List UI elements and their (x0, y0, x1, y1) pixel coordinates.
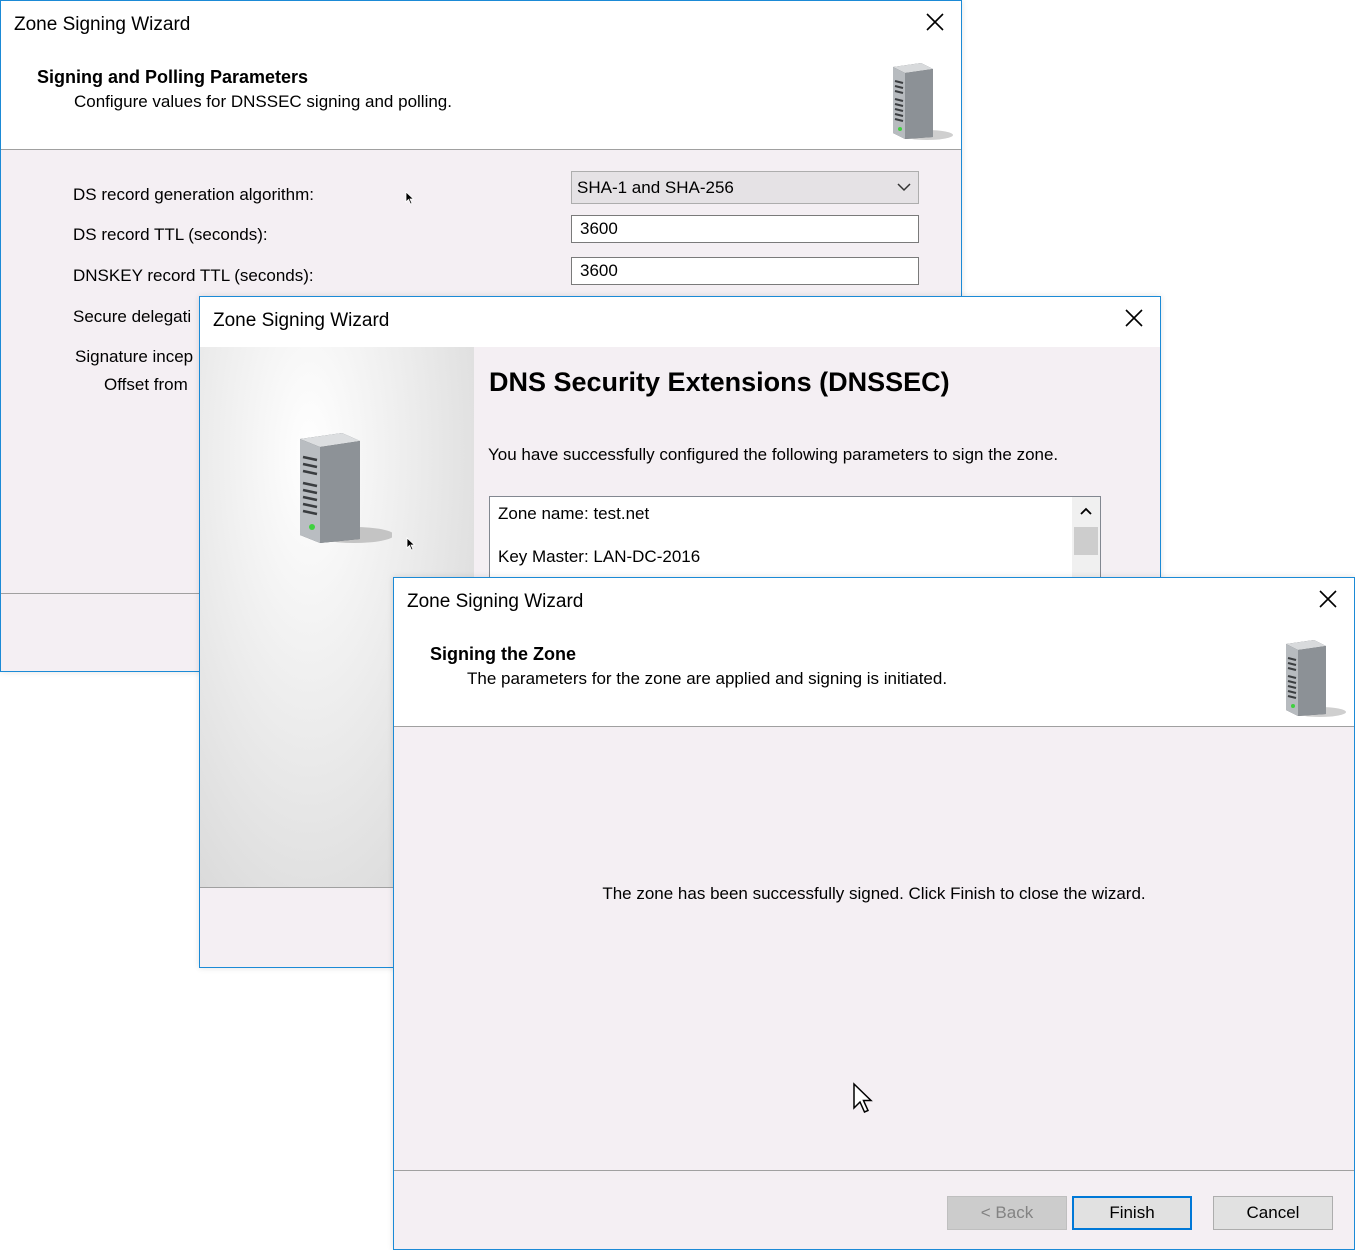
signing-wizard-header: Signing the Zone The parameters for the … (394, 626, 1354, 727)
footer-divider (394, 1170, 1354, 1171)
close-icon[interactable] (1122, 306, 1146, 330)
close-icon[interactable] (923, 10, 947, 34)
summary-line: Zone name: test.net (498, 504, 650, 523)
page-subtitle: The parameters for the zone are applied … (467, 669, 948, 688)
ds-algorithm-label: DS record generation algorithm: (73, 185, 314, 204)
secure-delegation-label: Secure delegati (73, 307, 192, 326)
signing-wizard-titlebar: Zone Signing Wizard (394, 578, 1354, 626)
cancel-button[interactable]: Cancel (1213, 1196, 1333, 1230)
ds-ttl-input[interactable] (572, 216, 918, 242)
ds-algorithm-value: SHA-1 and SHA-256 (577, 178, 734, 197)
summary-textbox[interactable]: Zone name: test.net Key Master: LAN-DC-2… (489, 496, 1101, 586)
intro-text: You have successfully configured the fol… (488, 445, 1059, 464)
scrollbar-thumb[interactable] (1074, 527, 1098, 555)
page-subtitle: Configure values for DNSSEC signing and … (74, 92, 452, 111)
window-title: Zone Signing Wizard (14, 14, 191, 35)
signature-inception-label: Signature incep (75, 347, 194, 366)
params-wizard-titlebar: Zone Signing Wizard (1, 1, 961, 49)
server-icon (1286, 640, 1346, 717)
close-icon[interactable] (1316, 587, 1340, 611)
signing-wizard-window: Zone Signing Wizard Signing the Zone The… (393, 577, 1355, 1250)
dnssec-wizard-titlebar: Zone Signing Wizard (200, 297, 1160, 347)
ds-ttl-field[interactable] (571, 215, 919, 243)
window-title: Zone Signing Wizard (407, 591, 584, 612)
page-title: Signing the Zone (430, 644, 576, 664)
page-title: DNS Security Extensions (DNSSEC) (489, 367, 950, 397)
dnskey-ttl-input[interactable] (572, 258, 918, 284)
chevron-down-icon (897, 183, 911, 192)
vertical-scrollbar[interactable] (1072, 497, 1100, 585)
dnskey-ttl-label: DNSKEY record TTL (seconds): (73, 266, 314, 285)
params-wizard-header: Signing and Polling Parameters Configure… (1, 49, 961, 150)
completion-message: The zone has been successfully signed. C… (602, 884, 1146, 903)
dnskey-ttl-field[interactable] (571, 257, 919, 285)
mouse-pointer-icon (406, 537, 416, 551)
server-icon (300, 433, 392, 543)
server-icon (893, 63, 953, 140)
offset-label: Offset from (104, 375, 188, 394)
ds-ttl-label: DS record TTL (seconds): (73, 225, 268, 244)
mouse-pointer-icon (405, 191, 415, 205)
finish-button[interactable]: Finish (1072, 1196, 1192, 1230)
back-button[interactable]: < Back (947, 1196, 1067, 1230)
ds-algorithm-select[interactable]: SHA-1 and SHA-256 (571, 171, 919, 204)
mouse-pointer-icon (853, 1082, 873, 1113)
page-title: Signing and Polling Parameters (37, 67, 309, 87)
scroll-up-icon[interactable] (1080, 506, 1092, 516)
window-title: Zone Signing Wizard (213, 310, 390, 331)
summary-line: Key Master: LAN-DC-2016 (498, 547, 701, 566)
